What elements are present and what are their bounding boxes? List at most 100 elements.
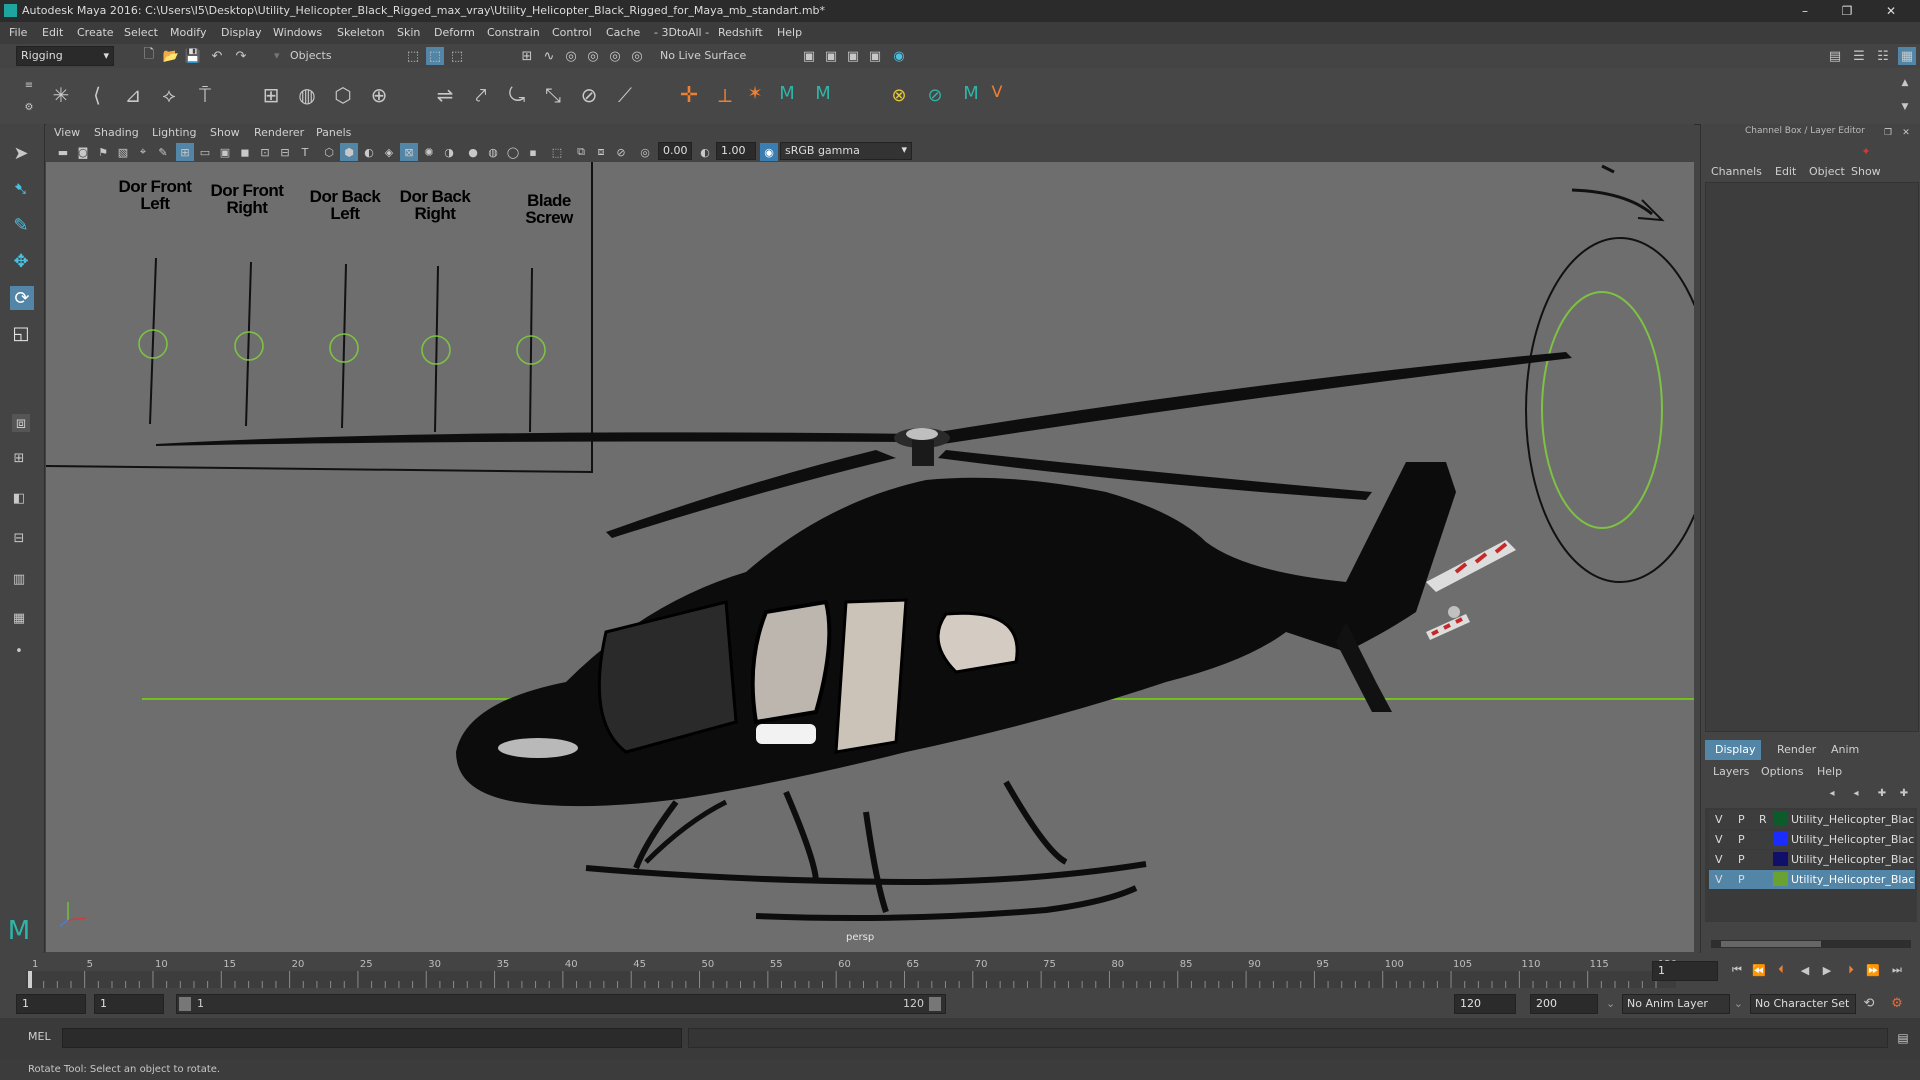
hypershade-icon[interactable]: ◉ (890, 47, 908, 65)
channel-list-area[interactable] (1705, 182, 1919, 732)
step-back-frame-icon[interactable]: ⏴ (1772, 961, 1790, 979)
animation-end-field[interactable]: 200 (1530, 994, 1598, 1014)
layers-menu[interactable]: Layers (1713, 765, 1749, 778)
layer-name[interactable]: Utility_Helicopter_Blac (1791, 853, 1915, 866)
layer-row[interactable]: V P Utility_Helicopter_Blac (1709, 850, 1915, 869)
menu-cache[interactable]: Cache (606, 26, 640, 39)
minimize-button[interactable]: – (1790, 2, 1820, 20)
vp-menu-panels[interactable]: Panels (316, 126, 351, 139)
cluster-icon[interactable]: ⊕ (370, 83, 388, 107)
layer-color-swatch[interactable] (1773, 812, 1788, 826)
vp-menu-lighting[interactable]: Lighting (152, 126, 196, 139)
layer-color-swatch[interactable] (1773, 832, 1788, 846)
bookmark-icon[interactable]: ⚑ (94, 143, 112, 161)
two-d-pan-icon[interactable]: ⌖ (134, 143, 152, 161)
redo-icon[interactable]: ↷ (232, 47, 250, 65)
scale-constraint-icon[interactable]: ⤡ (544, 83, 562, 107)
persp-outliner-layout-icon[interactable]: ▥ (10, 570, 28, 588)
channel-toggle-icon[interactable]: ✦ (1857, 142, 1875, 160)
snap-grid-icon[interactable]: ⊞ (518, 47, 536, 65)
hypershade-layout-icon[interactable]: ▦ (10, 609, 28, 627)
xray-joints-icon[interactable]: ⊠ (400, 143, 418, 161)
animation-start-field[interactable]: 1 (16, 994, 86, 1014)
float-panel-icon[interactable]: ❐ (1879, 124, 1897, 142)
depth-of-field-icon[interactable]: ▪ (524, 143, 542, 161)
persp-graph-layout-icon[interactable]: ⊟ (10, 529, 28, 547)
menu-skeleton[interactable]: Skeleton (337, 26, 385, 39)
ambient-occlusion-icon[interactable]: ● (464, 143, 482, 161)
backface-icon[interactable]: ⊘ (612, 143, 630, 161)
joint-tool-icon[interactable]: ✳ (52, 83, 70, 107)
layer-color-swatch[interactable] (1773, 852, 1788, 866)
select-component-icon[interactable]: ⬚ (448, 47, 466, 65)
aim-constraint-icon[interactable]: ⤤ (472, 83, 490, 107)
hik-icon[interactable]: M (778, 83, 796, 104)
layer-playback[interactable]: P (1738, 853, 1745, 866)
exposure-icon[interactable]: ◎ (636, 143, 654, 161)
cb-object-menu[interactable]: Object (1809, 165, 1845, 178)
layer-row[interactable]: V P R Utility_Helicopter_Blac (1709, 810, 1915, 829)
ik-fk-icon[interactable]: ⟂ (716, 83, 734, 107)
dropdown-arrow-icon[interactable]: ▾ (274, 49, 280, 62)
menu-edit[interactable]: Edit (42, 26, 63, 39)
camera-select-icon[interactable]: ▬ (54, 143, 72, 161)
wireframe-icon[interactable]: ⬡ (320, 143, 338, 161)
range-slider-bar[interactable]: 1 120 (176, 994, 946, 1014)
layer-row[interactable]: V P Utility_Helicopter_Blac (1709, 830, 1915, 849)
current-frame-field[interactable]: 1 (1652, 961, 1718, 981)
playback-end-field[interactable]: 120 (1454, 994, 1516, 1014)
snap-view-icon[interactable]: ◎ (584, 47, 602, 65)
four-pane-layout-icon[interactable]: ⊞ (10, 449, 28, 467)
layer-color-swatch[interactable] (1773, 872, 1788, 886)
menu-deform[interactable]: Deform (434, 26, 475, 39)
step-forward-frame-icon[interactable]: ⏵ (1842, 961, 1860, 979)
color-management-icon[interactable]: ◉ (760, 143, 778, 161)
layer-visibility[interactable]: V (1715, 813, 1723, 826)
live-surface-label[interactable]: No Live Surface (660, 49, 746, 62)
time-slider[interactable]: 1 5 10 15 20 25 30 35 40 45 50 55 60 65 70 75 80 85 90 95 10… (0, 953, 1920, 988)
camera-attributes-icon[interactable]: ◙ (74, 143, 92, 161)
rotate-tool-icon[interactable]: ⟳ (10, 286, 34, 310)
layer-name[interactable]: Utility_Helicopter_Blac (1791, 833, 1915, 846)
playback-start-field[interactable]: 1 (94, 994, 164, 1014)
gate-mask-icon[interactable]: ◼ (236, 143, 254, 161)
selection-mode[interactable]: Objects (290, 49, 332, 62)
layer-name[interactable]: Utility_Helicopter_Blac (1791, 873, 1915, 886)
field-chart-icon[interactable]: ⊡ (256, 143, 274, 161)
tool-settings-icon[interactable]: ☷ (1874, 47, 1892, 65)
smooth-shade-icon[interactable]: ⬢ (340, 143, 358, 161)
layer-scrollbar[interactable] (1711, 940, 1911, 948)
parent-constraint-icon[interactable]: ⊘ (580, 83, 598, 107)
pole-vector-icon[interactable]: ⟋ (616, 83, 634, 107)
vp-menu-renderer[interactable]: Renderer (254, 126, 304, 139)
menu-help[interactable]: Help (777, 26, 802, 39)
shelf-menu-icon[interactable]: ≡ (20, 76, 38, 94)
auto-key-icon[interactable]: ⟲ (1860, 994, 1878, 1012)
layer-scrollbar-thumb[interactable] (1721, 941, 1821, 947)
select-hierarchy-icon[interactable]: ⬚ (404, 47, 422, 65)
menu-3dtoall[interactable]: - 3DtoAll - (654, 26, 709, 39)
xray-icon[interactable]: ⧉ (572, 143, 590, 161)
lasso-tool-icon[interactable]: ➷ (12, 179, 30, 200)
attribute-editor-icon[interactable]: ☰ (1850, 47, 1868, 65)
xray-active-icon[interactable]: ⧈ (592, 143, 610, 161)
anim-layer-dropdown[interactable]: No Anim Layer ⌄ (1622, 994, 1743, 1014)
channels-menu[interactable]: Channels (1711, 165, 1762, 178)
layer-help-menu[interactable]: Help (1817, 765, 1842, 778)
ik-spline-icon[interactable]: ⊿ (124, 83, 142, 107)
save-scene-icon[interactable]: 💾 (184, 47, 202, 65)
new-layer-selected-icon[interactable]: ✚ (1895, 784, 1913, 802)
layer-reference[interactable]: R (1759, 813, 1767, 826)
close-panel-icon[interactable]: ✕ (1897, 124, 1915, 142)
gamma-input[interactable]: 1.00 (716, 142, 756, 160)
menu-display[interactable]: Display (221, 26, 262, 39)
shelf-scroll-up-icon[interactable]: ▲ (1896, 74, 1914, 92)
paint-weights-icon[interactable]: ◍ (298, 83, 316, 107)
character-controls-icon[interactable]: M (814, 83, 832, 104)
use-all-lights-icon[interactable]: ✺ (420, 143, 438, 161)
layer-visibility[interactable]: V (1715, 853, 1723, 866)
mel-toggle[interactable]: MEL (28, 1030, 51, 1043)
channel-box-icon[interactable]: ▦ (1898, 47, 1916, 65)
move-layer-up-icon[interactable]: ◂ (1823, 784, 1841, 802)
undo-icon[interactable]: ↶ (208, 47, 226, 65)
